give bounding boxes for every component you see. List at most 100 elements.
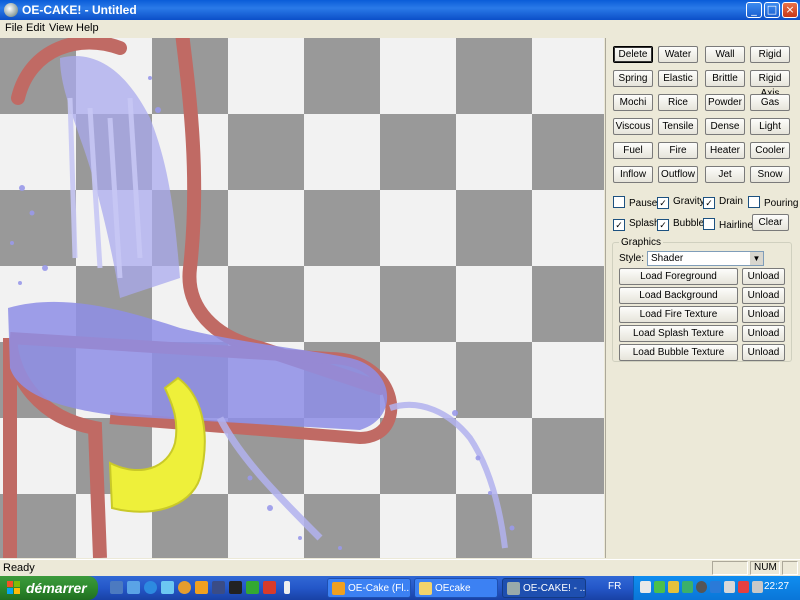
quicklaunch-snowflake-icon[interactable] bbox=[127, 581, 140, 594]
tool-button-delete[interactable]: Delete bbox=[613, 46, 653, 63]
tool-button-jet[interactable]: Jet bbox=[705, 166, 745, 183]
splash-check-box[interactable]: ✓ bbox=[613, 219, 625, 231]
tool-button-fuel[interactable]: Fuel bbox=[613, 142, 653, 159]
tray-yellow-icon[interactable] bbox=[668, 581, 679, 593]
tray-red-icon[interactable] bbox=[738, 581, 749, 593]
drain-label: Drain bbox=[719, 196, 743, 207]
tool-button-water[interactable]: Water bbox=[658, 46, 698, 63]
pause-check-box[interactable] bbox=[613, 196, 625, 208]
unload-button-1[interactable]: Unload bbox=[742, 268, 785, 285]
quicklaunch-media-icon[interactable] bbox=[178, 581, 191, 594]
gravity-checkbox[interactable]: ✓ Gravity bbox=[657, 196, 705, 209]
tray-dark-icon[interactable] bbox=[696, 581, 707, 593]
tool-button-rigid-axis[interactable]: Rigid Axis bbox=[750, 70, 790, 99]
pouring-checkbox[interactable]: Pouring bbox=[748, 196, 798, 210]
tray-info-icon[interactable] bbox=[640, 581, 651, 593]
tool-button-rigid[interactable]: Rigid bbox=[750, 46, 790, 63]
tool-button-wall[interactable]: Wall bbox=[705, 46, 745, 63]
tool-button-cooler[interactable]: Cooler bbox=[750, 142, 790, 159]
minimize-button[interactable]: _ bbox=[746, 2, 762, 18]
status-pane-num: NUM bbox=[750, 561, 780, 575]
quicklaunch-terminal-icon[interactable] bbox=[229, 581, 242, 594]
gravity-label: Gravity bbox=[673, 196, 705, 207]
tool-button-mochi[interactable]: Mochi bbox=[613, 94, 653, 111]
unload-button-2[interactable]: Unload bbox=[742, 287, 785, 304]
style-select[interactable]: Shader ▼ bbox=[647, 251, 764, 266]
firefox-icon bbox=[332, 582, 345, 595]
app-icon[interactable] bbox=[4, 3, 18, 17]
quicklaunch-green-icon[interactable] bbox=[246, 581, 259, 594]
tool-button-viscous[interactable]: Viscous bbox=[613, 118, 653, 135]
load-button-5[interactable]: Load Bubble Texture bbox=[619, 344, 738, 361]
tool-button-heater[interactable]: Heater bbox=[705, 142, 745, 159]
taskbar-task-2[interactable]: OEcake bbox=[414, 578, 498, 598]
window-title: OE-CAKE! - Untitled bbox=[22, 3, 137, 17]
quicklaunch-red-icon[interactable] bbox=[263, 581, 276, 594]
status-pane-scrl bbox=[782, 561, 798, 575]
menu-file[interactable]: File bbox=[5, 22, 23, 34]
tool-button-powder[interactable]: Powder bbox=[705, 94, 745, 111]
load-button-3[interactable]: Load Fire Texture bbox=[619, 306, 738, 323]
unload-button-5[interactable]: Unload bbox=[742, 344, 785, 361]
clear-button[interactable]: Clear bbox=[752, 214, 789, 231]
app-icon bbox=[507, 582, 520, 595]
quicklaunch-firefox-icon[interactable] bbox=[195, 581, 208, 594]
taskbar-task-3[interactable]: OE-CAKE! - ... bbox=[502, 578, 586, 598]
tool-button-outflow[interactable]: Outflow bbox=[658, 166, 698, 183]
bubble-check-box[interactable]: ✓ bbox=[657, 219, 669, 231]
unload-button-3[interactable]: Unload bbox=[742, 306, 785, 323]
taskbar-task-1[interactable]: OE-Cake (Fl... bbox=[327, 578, 411, 598]
bubble-label: Bubble bbox=[673, 218, 705, 229]
quicklaunch-app-icon[interactable] bbox=[212, 581, 225, 594]
load-button-1[interactable]: Load Foreground bbox=[619, 268, 738, 285]
gravity-check-box[interactable]: ✓ bbox=[657, 197, 669, 209]
tool-button-dense[interactable]: Dense bbox=[705, 118, 745, 135]
tray-shield-icon[interactable] bbox=[724, 581, 735, 593]
pouring-check-box[interactable] bbox=[748, 196, 760, 208]
tool-button-spring[interactable]: Spring bbox=[613, 70, 653, 87]
drain-check-box[interactable]: ✓ bbox=[703, 197, 715, 209]
tray-speaker-icon[interactable] bbox=[752, 581, 763, 593]
tool-button-snow[interactable]: Snow bbox=[750, 166, 790, 183]
quicklaunch-chevron-icon[interactable] bbox=[284, 581, 290, 594]
status-text: Ready bbox=[3, 562, 35, 574]
status-pane-caps bbox=[712, 561, 748, 575]
pause-checkbox[interactable]: Pause bbox=[613, 196, 657, 210]
load-button-4[interactable]: Load Splash Texture bbox=[619, 325, 738, 342]
tray-network-icon[interactable] bbox=[682, 581, 693, 593]
tray-green-icon[interactable] bbox=[654, 581, 665, 593]
tool-button-tensile[interactable]: Tensile bbox=[658, 118, 698, 135]
pouring-label: Pouring bbox=[764, 198, 799, 209]
quicklaunch-desktop-icon[interactable] bbox=[110, 581, 123, 594]
tool-button-elastic[interactable]: Elastic bbox=[658, 70, 698, 87]
maximize-button[interactable]: □ bbox=[764, 2, 780, 18]
menu-view[interactable]: View bbox=[49, 22, 73, 34]
load-button-2[interactable]: Load Background bbox=[619, 287, 738, 304]
tool-button-inflow[interactable]: Inflow bbox=[613, 166, 653, 183]
menu-help[interactable]: Help bbox=[76, 22, 99, 34]
quicklaunch-messenger-icon[interactable] bbox=[161, 581, 174, 594]
taskbar-task-label: OE-CAKE! - ... bbox=[523, 583, 586, 594]
tool-button-brittle[interactable]: Brittle bbox=[705, 70, 745, 87]
quicklaunch-ie-icon[interactable] bbox=[144, 581, 157, 594]
close-button[interactable]: × bbox=[782, 2, 798, 18]
splash-checkbox[interactable]: ✓ Splash bbox=[613, 218, 660, 231]
start-label: démarrer bbox=[26, 580, 87, 596]
menu-edit[interactable]: Edit bbox=[26, 22, 45, 34]
tool-button-rice[interactable]: Rice bbox=[658, 94, 698, 111]
unload-button-4[interactable]: Unload bbox=[742, 325, 785, 342]
hairline-checkbox[interactable]: Hairline bbox=[703, 218, 753, 232]
tool-button-gas[interactable]: Gas bbox=[750, 94, 790, 111]
drain-checkbox[interactable]: ✓ Drain bbox=[703, 196, 743, 209]
style-label: Style: bbox=[619, 253, 645, 264]
tool-button-light[interactable]: Light bbox=[750, 118, 790, 135]
title-bar[interactable]: OE-CAKE! - Untitled _ □ × bbox=[0, 0, 800, 20]
tool-button-fire[interactable]: Fire bbox=[658, 142, 698, 159]
bubble-checkbox[interactable]: ✓ Bubble bbox=[657, 218, 704, 231]
tray-blue-icon[interactable] bbox=[710, 581, 721, 593]
hairline-check-box[interactable] bbox=[703, 218, 715, 230]
language-indicator[interactable]: FR bbox=[608, 581, 621, 592]
chevron-down-icon[interactable]: ▼ bbox=[750, 252, 763, 265]
simulation-canvas[interactable] bbox=[0, 38, 604, 558]
start-button[interactable]: démarrer bbox=[0, 576, 98, 600]
